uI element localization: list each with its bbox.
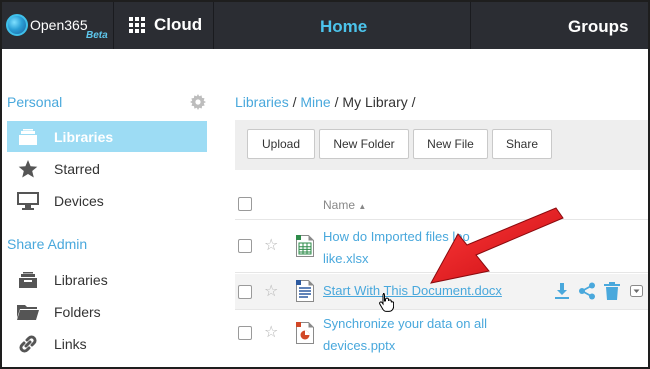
cloud-label: Cloud [154,15,203,34]
file-toolbar: Upload New Folder New File Share [235,120,648,170]
presentation-file-icon [296,322,314,344]
logo-mark-icon [6,14,28,36]
app-grid-icon [129,17,145,33]
file-name-line: like.xlsx [323,251,369,266]
logo-beta-badge: Beta [86,30,108,41]
new-folder-button[interactable]: New Folder [319,129,409,159]
new-file-button[interactable]: New File [413,129,488,159]
row-divider [235,309,648,310]
logo-text: Open365 [30,17,88,33]
download-icon[interactable] [553,282,571,300]
document-file-icon [296,280,314,302]
star-icon[interactable]: ☆ [264,238,278,254]
name-column-header[interactable]: Name ▲ [323,198,366,212]
upload-button[interactable]: Upload [247,129,315,159]
nav-home-tab[interactable]: Home [320,17,367,37]
more-options-dropdown-icon[interactable] [630,282,644,300]
name-header-label: Name [323,198,356,212]
star-icon [16,159,40,178]
sort-ascending-icon: ▲ [358,202,367,211]
spreadsheet-file-icon [296,235,314,257]
breadcrumb-separator: / [292,94,297,110]
breadcrumb-separator: / [334,94,339,110]
link-icon [16,334,40,353]
breadcrumb-separator: / [411,94,416,110]
star-icon[interactable]: ☆ [264,284,278,300]
hand-cursor-icon [379,293,394,312]
breadcrumb: Libraries / Mine / My Library / [235,94,416,110]
sidebar-item-links[interactable]: Links [7,328,207,359]
sidebar-item-shared-libraries[interactable]: Libraries [7,264,207,295]
trash-icon[interactable] [603,282,621,300]
open365-logo[interactable]: Open365 Beta [6,14,111,41]
star-icon[interactable]: ☆ [264,325,278,341]
gear-icon[interactable] [190,94,206,110]
file-name-line: Synchronize your data on all [323,316,488,331]
nav-divider [113,2,114,49]
file-name-line: devices.pptx [323,338,396,353]
file-name-line: How do Imported files loo [323,229,470,244]
row-checkbox[interactable] [238,326,252,340]
share-admin-heading: Share Admin [7,236,88,252]
file-name-line: Start With This Document.docx [323,283,502,298]
nav-divider [470,2,471,49]
file-name-link[interactable]: Synchronize your data on all devices.ppt… [323,313,487,357]
breadcrumb-mine-link[interactable]: Mine [300,94,330,110]
sidebar-item-label: Starred [54,160,100,177]
sidebar-item-folders[interactable]: Folders [7,296,207,327]
monitor-icon [16,191,40,210]
share-button[interactable]: Share [492,129,552,159]
personal-heading: Personal [7,94,63,110]
folder-icon [16,303,40,321]
library-icon [16,271,40,289]
nav-divider [213,2,214,49]
row-checkbox[interactable] [238,239,252,253]
sidebar-item-label: Folders [54,303,101,320]
sidebar-item-label: Devices [54,192,104,209]
top-navbar: Open365 Beta Cloud Home Groups [2,2,648,49]
sidebar-item-label: Links [54,335,87,352]
file-name-link[interactable]: Start With This Document.docx [323,280,502,302]
nav-groups-tab[interactable]: Groups [568,17,628,37]
library-icon [16,128,40,146]
sidebar-item-starred[interactable]: Starred [7,153,207,184]
file-name-link[interactable]: How do Imported files loo like.xlsx [323,226,470,270]
cloud-apps-button[interactable]: Cloud [129,15,202,35]
row-divider [235,272,648,273]
app-window: Open365 Beta Cloud Home Groups Personal … [2,2,648,367]
share-icon[interactable] [578,282,596,300]
breadcrumb-libraries-link[interactable]: Libraries [235,94,289,110]
row-checkbox[interactable] [238,285,252,299]
sidebar-item-libraries[interactable]: Libraries [7,121,207,152]
row-divider [235,219,648,220]
breadcrumb-current: My Library [342,94,408,110]
sidebar-item-label: Libraries [54,128,114,145]
sidebar-item-label: Libraries [54,271,108,288]
sidebar-item-devices[interactable]: Devices [7,185,207,216]
select-all-checkbox[interactable] [238,197,252,211]
